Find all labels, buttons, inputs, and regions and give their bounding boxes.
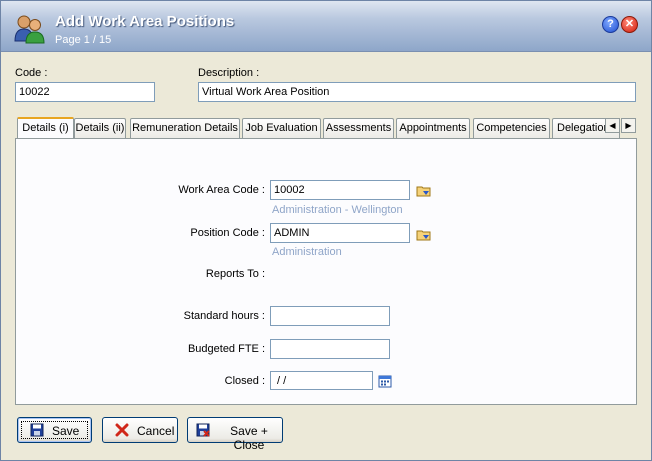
tab-assessments[interactable]: Assessments (323, 118, 394, 138)
work-area-name: Administration - Wellington (272, 204, 403, 216)
tab-remuneration-details[interactable]: Remuneration Details (130, 118, 240, 138)
save-close-button[interactable]: Save + Close (187, 417, 283, 452)
tab-details-i[interactable]: Details (i) (17, 117, 74, 138)
position-code-label: Position Code : (190, 227, 265, 239)
folder-lookup-icon[interactable] (416, 228, 432, 242)
save-close-button-label: Save + Close (230, 424, 268, 452)
tab-details-ii[interactable]: Details (ii) (74, 118, 126, 138)
tab-job-evaluation[interactable]: Job Evaluation (242, 118, 321, 138)
tab-scroll-right-button[interactable]: ▶ (621, 118, 636, 133)
save-button[interactable]: Save (17, 417, 92, 443)
budgeted-fte-input[interactable] (270, 339, 390, 359)
position-name: Administration (272, 246, 342, 258)
title-bar: Add Work Area Positions Page 1 / 15 ? ✕ (1, 1, 651, 52)
position-code-input[interactable] (270, 223, 410, 243)
help-icon[interactable]: ? (602, 16, 619, 33)
tab-appointments[interactable]: Appointments (396, 118, 470, 138)
page-indicator: Page 1 / 15 (55, 34, 112, 46)
users-icon (14, 15, 45, 44)
reports-to-label: Reports To : (205, 268, 265, 280)
calendar-icon[interactable] (378, 374, 392, 388)
floppy-disk-icon (30, 423, 44, 437)
dialog-window: Add Work Area Positions Page 1 / 15 ? ✕ … (0, 0, 652, 461)
cancel-button[interactable]: Cancel (102, 417, 178, 443)
closed-date-input[interactable] (270, 371, 373, 390)
standard-hours-input[interactable] (270, 306, 390, 326)
save-button-label: Save (52, 424, 80, 438)
tab-strip: Details (i) Details (ii) Remuneration De… (15, 117, 620, 138)
close-icon[interactable]: ✕ (621, 16, 638, 33)
tab-scroll-left-button[interactable]: ◀ (605, 118, 620, 133)
closed-label: Closed : (224, 375, 265, 387)
code-input[interactable] (15, 82, 155, 102)
red-x-icon (115, 423, 129, 437)
description-input[interactable] (198, 82, 636, 102)
details-panel (15, 138, 637, 405)
tab-competencies[interactable]: Competencies (473, 118, 550, 138)
budgeted-fte-label: Budgeted FTE : (187, 343, 265, 355)
code-label: Code : (15, 67, 48, 79)
folder-lookup-icon[interactable] (416, 184, 432, 198)
cancel-button-label: Cancel (137, 424, 175, 438)
work-area-code-label: Work Area Code : (178, 184, 265, 196)
work-area-code-input[interactable] (270, 180, 410, 200)
floppy-disk-icon (196, 423, 210, 437)
standard-hours-label: Standard hours : (183, 310, 265, 322)
window-title: Add Work Area Positions (55, 13, 235, 30)
description-label: Description : (198, 67, 260, 79)
